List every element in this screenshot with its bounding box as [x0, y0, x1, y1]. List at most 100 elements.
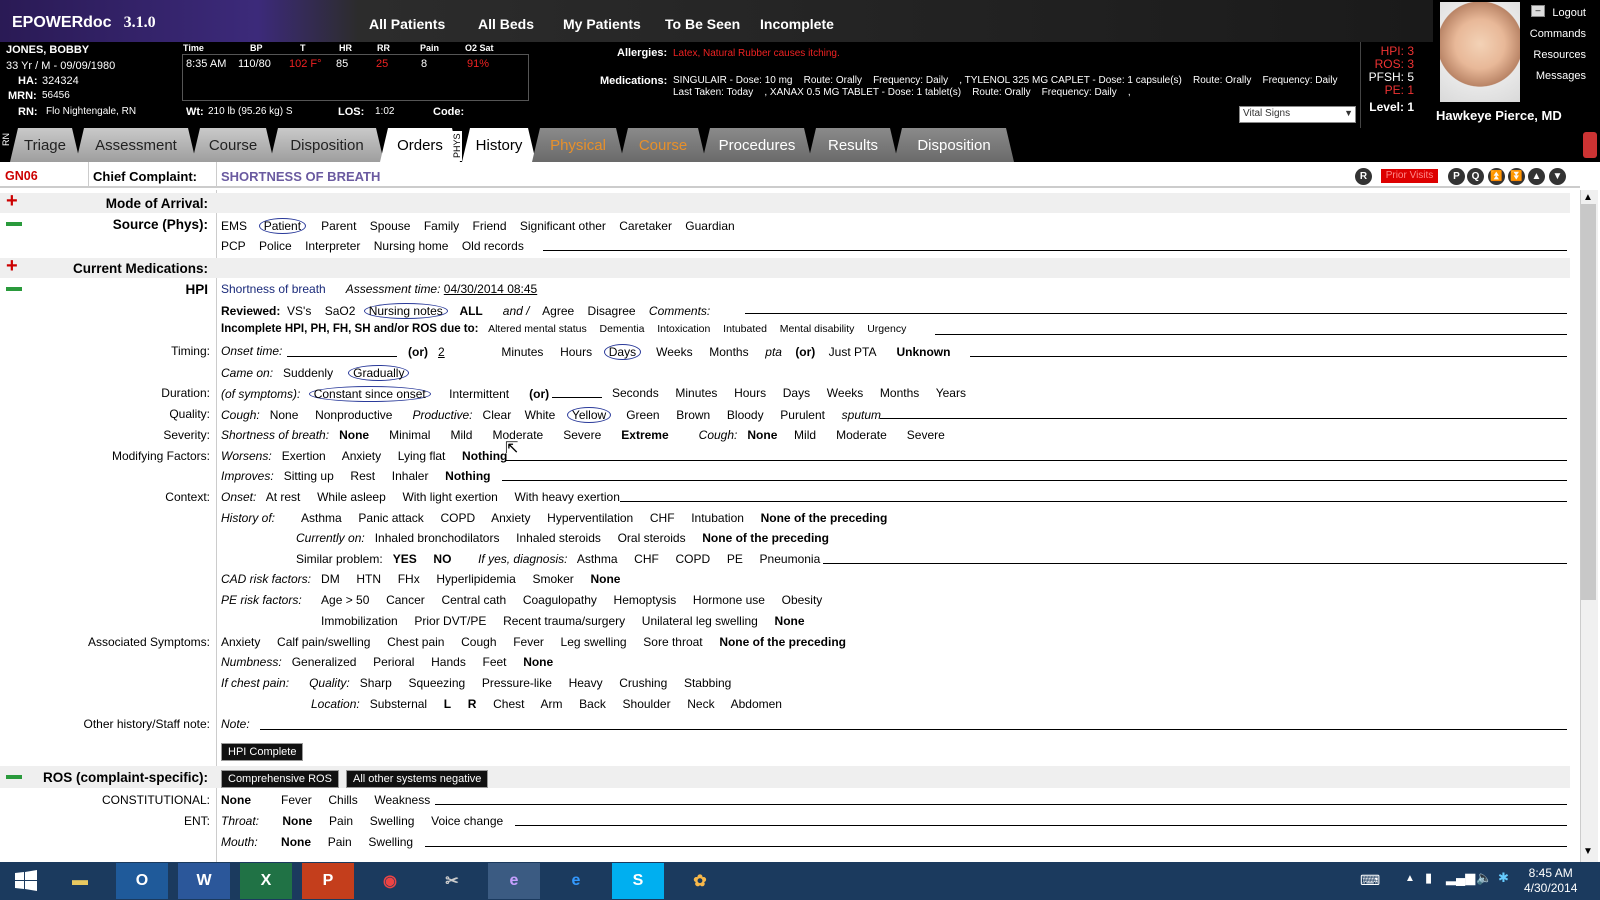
bluetooth-icon[interactable]: ✱ [1498, 870, 1509, 886]
opt-old-records[interactable]: Old records [462, 239, 524, 253]
q-icon[interactable]: Q [1467, 168, 1484, 185]
opt-assoc-none[interactable]: None of the preceding [719, 635, 846, 649]
opt-hyperventilation[interactable]: Hyperventilation [547, 511, 633, 525]
opt-diag-pneumonia[interactable]: Pneumonia [760, 552, 821, 566]
tray-arrow-icon[interactable]: ▲ [1405, 873, 1415, 884]
opt-smoker[interactable]: Smoker [532, 572, 573, 586]
opt-unilateral-leg[interactable]: Unilateral leg swelling [642, 614, 758, 628]
opt-throat-none[interactable]: None [282, 814, 312, 828]
opt-currently-none[interactable]: None of the preceding [702, 531, 829, 545]
tab-course-rn[interactable]: Course [192, 128, 274, 162]
opt-numb-none[interactable]: None [523, 655, 553, 669]
opt-rest[interactable]: Rest [350, 469, 375, 483]
opt-family[interactable]: Family [424, 219, 459, 233]
opt-inhaled-steroids[interactable]: Inhaled steroids [516, 531, 601, 545]
opt-hours[interactable]: Hours [560, 345, 592, 359]
opt-sore-throat[interactable]: Sore throat [643, 635, 702, 649]
opt-bloody[interactable]: Bloody [727, 408, 764, 422]
opt-days-selected[interactable]: Days [603, 344, 642, 360]
opt-dementia[interactable]: Dementia [600, 323, 645, 335]
opt-nursing-notes-selected[interactable]: Nursing notes [363, 303, 448, 319]
opt-extreme[interactable]: Extreme [621, 428, 668, 442]
opt-hands[interactable]: Hands [431, 655, 466, 669]
opt-while-asleep[interactable]: While asleep [317, 490, 386, 504]
opt-lying-flat[interactable]: Lying flat [398, 449, 446, 463]
opt-fhx[interactable]: FHx [398, 572, 420, 586]
opt-urgency[interactable]: Urgency [867, 323, 906, 335]
opt-dm[interactable]: DM [321, 572, 340, 586]
windows-start-icon[interactable] [0, 863, 52, 899]
opt-improves-nothing[interactable]: Nothing [445, 469, 490, 483]
down-icon[interactable]: ▼ [1549, 168, 1566, 185]
powerpoint-icon[interactable]: P [302, 863, 354, 899]
opt-caretaker[interactable]: Caretaker [619, 219, 672, 233]
opt-cancer[interactable]: Cancer [386, 593, 425, 607]
opt-prior-dvt[interactable]: Prior DVT/PE [414, 614, 486, 628]
opt-mouth-swelling[interactable]: Swelling [368, 835, 413, 849]
opt-gradually-selected[interactable]: Gradually [348, 365, 410, 381]
opt-generalized[interactable]: Generalized [292, 655, 357, 669]
scroll-down-icon[interactable]: ▼ [1583, 846, 1593, 857]
opt-exertion[interactable]: Exertion [282, 449, 326, 463]
opt-sharp[interactable]: Sharp [360, 676, 392, 690]
opt-asthma[interactable]: Asthma [301, 511, 342, 525]
opt-patient-selected[interactable]: Patient [258, 218, 307, 234]
tab-procedures[interactable]: Procedures [702, 128, 812, 162]
tab-results[interactable]: Results [808, 128, 898, 162]
opt-intoxication[interactable]: Intoxication [657, 323, 710, 335]
opt-light-exertion[interactable]: With light exertion [402, 490, 497, 504]
opt-unknown[interactable]: Unknown [896, 345, 950, 359]
tab-disposition-phys[interactable]: Disposition [894, 128, 1014, 162]
opt-calf-pain[interactable]: Calf pain/swelling [277, 635, 370, 649]
opt-ems[interactable]: EMS [221, 219, 247, 233]
file-explorer-icon[interactable]: ▬ [54, 863, 106, 899]
network-icon[interactable]: ▂▄▆ [1446, 870, 1475, 886]
all-other-negative-button[interactable]: All other systems negative [346, 770, 489, 788]
opt-csev-moderate[interactable]: Moderate [836, 428, 887, 442]
opt-years-dur[interactable]: Years [936, 386, 966, 400]
opt-sao2[interactable]: SaO2 [325, 304, 356, 318]
opt-substernal[interactable]: Substernal [370, 697, 427, 711]
opt-diag-pe[interactable]: PE [727, 552, 743, 566]
hpi-complete-button[interactable]: HPI Complete [221, 743, 304, 761]
opt-throat-pain[interactable]: Pain [329, 814, 353, 828]
opt-hemoptysis[interactable]: Hemoptysis [614, 593, 677, 607]
opt-minimal[interactable]: Minimal [389, 428, 430, 442]
opt-sev-none[interactable]: None [339, 428, 369, 442]
opt-hormone-use[interactable]: Hormone use [693, 593, 765, 607]
opt-squeezing[interactable]: Squeezing [408, 676, 465, 690]
onset-number-field[interactable]: 2 [438, 345, 488, 359]
opt-nonproductive[interactable]: Nonproductive [315, 408, 392, 422]
opt-pe-none[interactable]: None [775, 614, 805, 628]
opt-constant-selected[interactable]: Constant since onset [308, 386, 431, 402]
opt-back[interactable]: Back [579, 697, 606, 711]
tab-disposition-rn[interactable]: Disposition [270, 128, 384, 162]
internet-explorer-icon[interactable]: e [550, 863, 602, 899]
opt-central-cath[interactable]: Central cath [441, 593, 506, 607]
nav-incomplete[interactable]: Incomplete [760, 16, 834, 32]
opt-police[interactable]: Police [259, 239, 292, 253]
opt-significant-other[interactable]: Significant other [520, 219, 606, 233]
up-icon[interactable]: ▲ [1528, 168, 1545, 185]
comprehensive-ros-button[interactable]: Comprehensive ROS [221, 770, 339, 788]
nav-to-be-seen[interactable]: To Be Seen [665, 16, 740, 32]
opt-heavy-exertion[interactable]: With heavy exertion [514, 490, 619, 504]
opt-weeks[interactable]: Weeks [656, 345, 692, 359]
opt-disagree[interactable]: Disagree [588, 304, 636, 318]
nav-all-beds[interactable]: All Beds [478, 16, 534, 32]
word-icon[interactable]: W [178, 863, 230, 899]
opt-weakness[interactable]: Weakness [374, 793, 430, 807]
resources-link[interactable]: Resources [1533, 49, 1586, 61]
opt-no[interactable]: NO [433, 552, 451, 566]
opt-mouth-pain[interactable]: Pain [328, 835, 352, 849]
opt-arm[interactable]: Arm [541, 697, 563, 711]
battery-icon[interactable]: ▮ [1425, 870, 1432, 886]
onset-time-label[interactable]: Onset time: [221, 344, 282, 358]
opt-vss[interactable]: VS's [287, 304, 311, 318]
opt-neck[interactable]: Neck [687, 697, 714, 711]
opt-anxiety-w[interactable]: Anxiety [342, 449, 381, 463]
opt-agree[interactable]: Agree [542, 304, 574, 318]
opt-cad-none[interactable]: None [590, 572, 620, 586]
opt-immobilization[interactable]: Immobilization [321, 614, 398, 628]
opt-nursing-home[interactable]: Nursing home [374, 239, 449, 253]
